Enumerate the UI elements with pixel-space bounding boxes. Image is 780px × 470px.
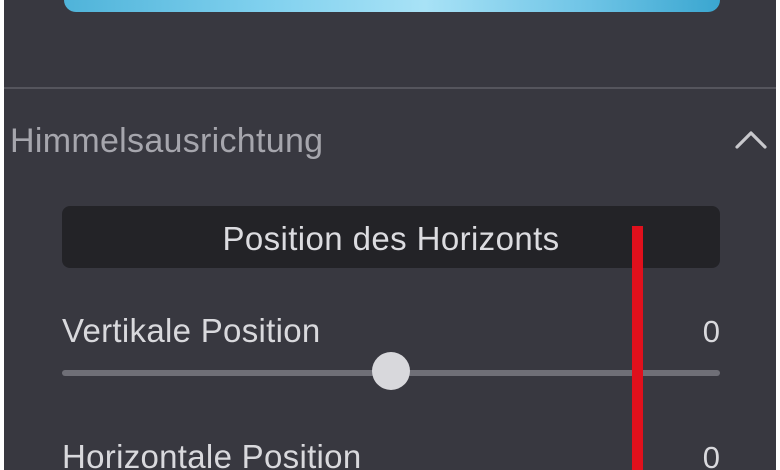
vertical-position-label: Vertikale Position [62, 312, 321, 349]
horizon-position-button[interactable]: Position des Horizonts [62, 206, 720, 268]
settings-panel: Himmelsausrichtung Position des Horizont… [4, 0, 776, 470]
horizontal-position-value: 0 [702, 440, 720, 470]
vertical-position-slider-thumb[interactable] [372, 352, 410, 390]
annotation-red-marker [632, 226, 643, 470]
section-header-sky-orientation[interactable]: Himmelsausrichtung [4, 110, 776, 170]
section-title: Himmelsausrichtung [10, 122, 324, 160]
horizontal-position-label: Horizontale Position [62, 438, 362, 470]
sky-preview-image[interactable] [64, 0, 720, 12]
vertical-position-value: 0 [702, 314, 720, 349]
horizon-position-button-label: Position des Horizonts [222, 220, 560, 257]
chevron-up-icon[interactable] [734, 128, 768, 150]
section-divider [4, 87, 776, 89]
